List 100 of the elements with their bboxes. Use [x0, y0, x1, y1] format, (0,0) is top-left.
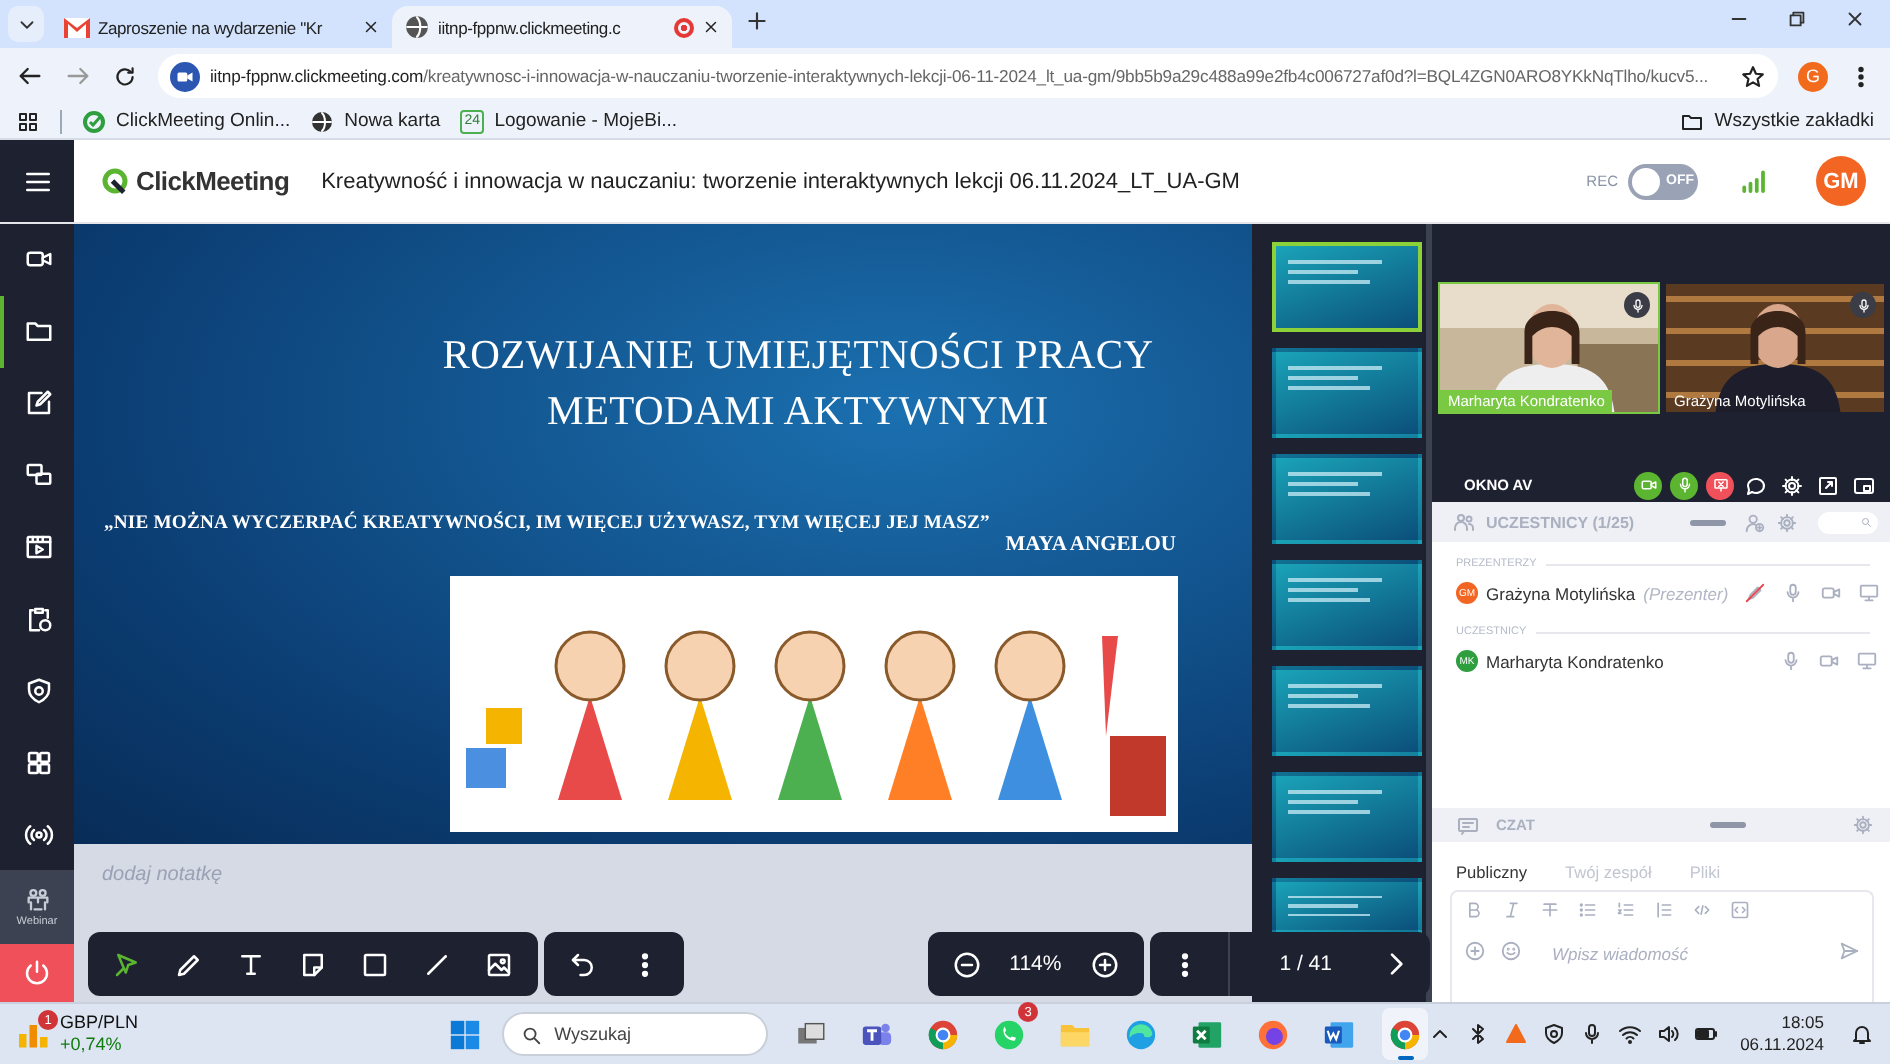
all-bookmarks[interactable]: Wszystkie zakładki — [1680, 109, 1874, 133]
forward-icon[interactable] — [64, 62, 92, 90]
slide-title: METODAMI AKTYWNYMI — [547, 388, 1049, 438]
browser-icon[interactable] — [1388, 1017, 1423, 1051]
crossed-pen-icon[interactable] — [1744, 582, 1767, 604]
app-logo: ClickMeeting — [100, 166, 290, 196]
meeting-title: Kreatywność i innowacja w nauczaniu: tworzenie interaktywnych lekcji 06.11.2024_LT_UA-GM — [321, 169, 1242, 193]
globe-icon — [310, 109, 335, 133]
fox-icon[interactable] — [1256, 1017, 1291, 1051]
close-icon[interactable] — [1844, 7, 1866, 29]
url-text: iitnp-fppnw.clickmeeting.com/kreatywnosc-i-innowacja-w-nauczaniu-tworzenie-interaktywnych-lekcji-06-11-2024_lt_ua-gm/9bb5b9a29c488a99e2fb4c006727af0d?l=BQL4ZGN0ARO8YKkNqTlho/kucv5... — [210, 66, 1711, 86]
site-info-icon[interactable] — [170, 61, 200, 91]
ticker-symbol: GBP/PLN — [60, 1012, 139, 1034]
gear-button[interactable] — [1778, 471, 1806, 499]
slide-thumbnail[interactable] — [1272, 560, 1422, 650]
bookmark[interactable]: ClickMeeting Onlin... — [82, 109, 291, 133]
zoom-level: 114% — [1007, 952, 1064, 976]
bookmark[interactable]: Nowa karta — [310, 109, 441, 133]
menu-button[interactable] — [0, 140, 74, 222]
mic-button[interactable] — [1670, 471, 1698, 499]
signal-icon — [1738, 166, 1768, 196]
film-icon — [24, 532, 54, 562]
popout-icon — [1852, 473, 1876, 497]
drag-handle[interactable] — [1690, 519, 1727, 525]
bookmark-star-icon[interactable] — [1740, 63, 1766, 89]
expand-icon — [1816, 473, 1840, 497]
drag-handle[interactable] — [1710, 822, 1747, 828]
slide-thumbnail[interactable] — [1272, 242, 1422, 332]
expand-button[interactable] — [1814, 471, 1842, 499]
search-icon — [1860, 516, 1872, 528]
browser-tab[interactable]: Zaproszenie na wydarzenie "Kr — [52, 6, 392, 48]
pointer-icon — [112, 949, 142, 979]
zoom-in-icon — [1089, 949, 1120, 979]
start-icon[interactable] — [448, 1017, 483, 1051]
chat-tab[interactable]: Publiczny — [1456, 862, 1528, 882]
screen-share-button[interactable] — [1706, 471, 1734, 499]
zoom-out-icon — [951, 949, 982, 979]
close-icon[interactable] — [702, 18, 720, 36]
pen-icon — [174, 949, 204, 979]
spreadsheet-icon[interactable] — [1190, 1017, 1225, 1051]
undo-icon — [568, 949, 598, 979]
notification-icon[interactable] — [1850, 1022, 1874, 1046]
slide-thumbnail[interactable] — [1272, 772, 1422, 862]
clock-date: 06.11.2024 — [1740, 1034, 1824, 1056]
clock-time: 18:05 — [1781, 1012, 1824, 1034]
mic-icon — [1675, 476, 1693, 494]
search-icon — [520, 1023, 543, 1045]
browser-tab[interactable]: iitnp-fppnw.clickmeeting.c — [392, 6, 732, 48]
search-field[interactable] — [1818, 511, 1878, 533]
slide-thumbnail[interactable] — [1272, 878, 1422, 934]
shield-icon[interactable] — [1542, 1022, 1567, 1046]
battery-icon[interactable] — [1694, 1022, 1719, 1046]
sticky-note-icon — [298, 949, 328, 979]
tab-list-button[interactable] — [8, 6, 44, 42]
wifi-icon[interactable] — [1618, 1022, 1643, 1046]
screen-share-icon — [1711, 476, 1729, 494]
power-icon — [22, 957, 52, 988]
camera-icon — [1639, 476, 1657, 494]
slide-thumbnail[interactable] — [1272, 454, 1422, 544]
participant-name: Grażyna Motylińska — [1486, 583, 1636, 603]
role-label: (Prezenter) — [1643, 583, 1729, 603]
broadcast-icon — [24, 819, 54, 850]
gear-icon — [1780, 473, 1804, 497]
camera-button[interactable] — [1634, 471, 1662, 499]
participant-name: Marharyta Kondratenko — [1486, 651, 1664, 671]
clipboard-icon — [24, 603, 54, 634]
back-icon[interactable] — [16, 62, 44, 90]
restore-icon[interactable] — [1786, 7, 1808, 29]
quote-author: MAYA ANGELOU — [1005, 534, 1176, 556]
slide-thumbnail[interactable] — [1272, 666, 1422, 756]
apps-icon[interactable] — [16, 109, 40, 133]
document-icon[interactable] — [1322, 1017, 1357, 1051]
slide-title: ROZWIJANIE UMIEJĘTNOŚCI PRACY — [442, 330, 1154, 382]
people-icon — [1452, 510, 1476, 534]
grid-icon — [24, 747, 54, 778]
mic-icon — [1855, 297, 1871, 313]
mic-icon[interactable] — [1580, 1022, 1605, 1046]
address-bar[interactable]: iitnp-fppnw.clickmeeting.com/kreatywnosc-i-innowacja-w-nauczaniu-tworzenie-interaktywnych-lekcji-06-11-2024_lt_ua-gm/9bb5b9a29c488a99e2fb4c006727af0d?l=BQL4ZGN0ARO8YKkNqTlho/kucv5... — [158, 54, 1778, 98]
record-icon — [674, 17, 694, 37]
folder-icon — [1680, 109, 1705, 133]
line-icon — [422, 949, 452, 979]
image-icon — [484, 949, 514, 979]
mic-icon — [1629, 297, 1645, 313]
reload-icon[interactable] — [112, 63, 138, 89]
check-logo-icon — [82, 109, 106, 133]
leave-button[interactable] — [0, 943, 74, 1002]
search-placeholder: Wyszukaj — [554, 1024, 632, 1044]
ticker-change: +0,74% — [60, 1034, 124, 1056]
text-icon — [236, 949, 266, 979]
rectangle-icon — [360, 949, 390, 979]
new-tab-icon[interactable] — [744, 8, 770, 34]
search-field[interactable]: Wyszukaj — [502, 1012, 769, 1056]
speaker-icon[interactable] — [1656, 1022, 1681, 1046]
folder-icon — [24, 316, 54, 347]
browser-icon[interactable] — [926, 1017, 961, 1051]
globe-icon — [404, 14, 430, 40]
pencil-square-icon — [24, 388, 54, 419]
close-icon[interactable] — [362, 18, 380, 36]
slide-thumbnail[interactable] — [1272, 348, 1422, 438]
mail-icon — [64, 17, 90, 37]
